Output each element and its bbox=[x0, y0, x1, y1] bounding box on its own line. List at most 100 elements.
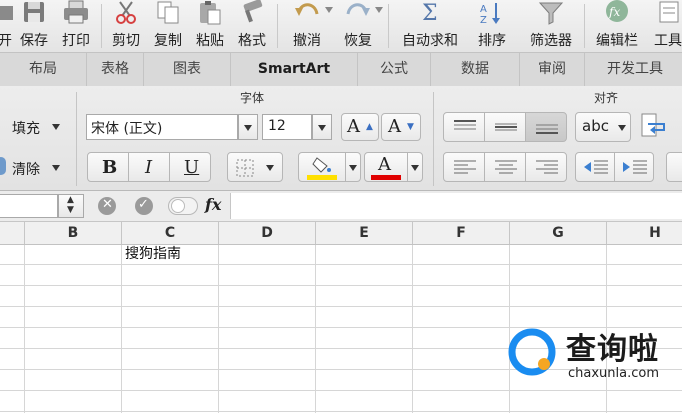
fill-color-dropdown[interactable] bbox=[345, 152, 361, 182]
filter-icon bbox=[538, 2, 564, 25]
redo-icon bbox=[346, 3, 370, 16]
borders-button[interactable] bbox=[227, 152, 283, 182]
undo-dropdown-arrow[interactable] bbox=[325, 7, 333, 13]
standard-toolbar: 开 保存 打印 剪切 复制 粘贴 格式 撤消 恢复 Σ 自动求和 A Z 排序 … bbox=[0, 0, 682, 52]
copy-button[interactable]: 复制 bbox=[150, 0, 186, 52]
formula-input[interactable] bbox=[230, 193, 682, 219]
undo-icon bbox=[295, 3, 319, 16]
fill-button[interactable]: 填充 bbox=[0, 114, 68, 140]
check-icon: ✓ bbox=[138, 197, 149, 212]
align-left-button[interactable] bbox=[443, 152, 485, 182]
tab-smartart[interactable]: SmartArt bbox=[231, 53, 358, 86]
watermark-logo-icon bbox=[508, 328, 556, 376]
font-color-bar bbox=[371, 175, 401, 180]
tab-layout[interactable]: 布局 bbox=[0, 53, 87, 86]
toolbox-icon bbox=[659, 1, 679, 23]
align-right-button[interactable] bbox=[525, 152, 567, 182]
autosum-button[interactable]: Σ 自动求和 bbox=[396, 0, 464, 52]
chevron-down-icon bbox=[618, 125, 626, 131]
column-headers: B C D E F G H bbox=[0, 222, 682, 245]
font-color-dropdown[interactable] bbox=[407, 152, 423, 182]
cut-button[interactable]: 剪切 bbox=[108, 0, 144, 52]
redo-dropdown-arrow[interactable] bbox=[375, 7, 383, 13]
formula-builder-toggle[interactable] bbox=[168, 197, 198, 215]
save-button[interactable]: 保存 bbox=[16, 0, 52, 52]
sort-icon: AZ bbox=[480, 3, 500, 26]
increase-indent-icon bbox=[623, 160, 647, 174]
column-header-c[interactable]: C bbox=[122, 222, 219, 244]
column-header-a[interactable] bbox=[0, 222, 25, 244]
align-top-icon bbox=[454, 120, 476, 130]
column-header-b[interactable]: B bbox=[25, 222, 122, 244]
formula-bar-toggle-button[interactable]: fx 编辑栏 bbox=[592, 0, 642, 52]
font-size-dropdown[interactable] bbox=[312, 114, 332, 140]
align-bottom-button[interactable] bbox=[525, 112, 567, 142]
toggle-knob bbox=[171, 199, 185, 213]
svg-text:Σ: Σ bbox=[422, 1, 438, 26]
tab-charts[interactable]: 图表 bbox=[144, 53, 231, 86]
name-box[interactable] bbox=[0, 194, 58, 218]
tab-review[interactable]: 审阅 bbox=[520, 53, 585, 86]
font-name-field[interactable]: 宋体 (正文) bbox=[86, 114, 238, 140]
tab-developer[interactable]: 开发工具 bbox=[585, 53, 682, 86]
down-arrow-icon: ▼ bbox=[407, 122, 414, 132]
fx-icon[interactable]: fx bbox=[205, 195, 221, 214]
fill-dropdown-arrow bbox=[52, 124, 60, 130]
column-header-f[interactable]: F bbox=[413, 222, 510, 244]
format-painter-button[interactable]: 格式 bbox=[234, 0, 270, 52]
underline-button[interactable]: U bbox=[169, 152, 211, 182]
filter-button[interactable]: 筛选器 bbox=[522, 0, 580, 52]
decrease-indent-button[interactable] bbox=[575, 152, 615, 182]
italic-button[interactable]: I bbox=[128, 152, 170, 182]
borders-icon bbox=[236, 159, 254, 177]
align-right-icon bbox=[536, 160, 558, 174]
formula-bar: ▲ ▼ ✕ ✓ fx bbox=[0, 191, 682, 222]
fill-color-button[interactable] bbox=[298, 152, 346, 182]
align-center-button[interactable] bbox=[484, 152, 526, 182]
wrap-text-icon[interactable] bbox=[640, 112, 670, 140]
print-button[interactable]: 打印 bbox=[58, 0, 94, 52]
font-color-button[interactable]: A bbox=[364, 152, 408, 182]
paste-button[interactable]: 粘贴 bbox=[192, 0, 228, 52]
open-button[interactable]: 开 bbox=[0, 0, 16, 52]
bold-button[interactable]: B bbox=[87, 152, 129, 182]
confirm-formula-button[interactable]: ✓ bbox=[135, 197, 153, 215]
toolbar-separator bbox=[101, 4, 102, 48]
wrap-text-button[interactable]: abc bbox=[575, 112, 631, 142]
font-name-dropdown[interactable] bbox=[238, 114, 258, 140]
toolbar-separator bbox=[584, 4, 585, 48]
fill-label: 填充 bbox=[12, 121, 40, 137]
align-bottom-icon bbox=[536, 124, 558, 134]
toolbox-button[interactable]: 工具 bbox=[648, 0, 682, 52]
highlight-color-bar bbox=[307, 175, 337, 180]
decrease-font-size-button[interactable]: A ▼ bbox=[381, 113, 421, 141]
merge-cells-button[interactable] bbox=[666, 152, 682, 182]
align-middle-button[interactable] bbox=[484, 112, 526, 142]
column-header-e[interactable]: E bbox=[316, 222, 413, 244]
font-size-field[interactable]: 12 bbox=[262, 114, 312, 140]
chevron-down-icon bbox=[244, 125, 252, 131]
tab-formulas[interactable]: 公式 bbox=[358, 53, 431, 86]
increase-indent-button[interactable] bbox=[614, 152, 654, 182]
redo-button[interactable]: 恢复 bbox=[336, 0, 380, 52]
clear-button[interactable]: 清除 bbox=[0, 155, 68, 181]
svg-text:Z: Z bbox=[480, 15, 487, 26]
cancel-formula-button[interactable]: ✕ bbox=[98, 197, 116, 215]
undo-button[interactable]: 撤消 bbox=[285, 0, 329, 52]
tab-tables[interactable]: 表格 bbox=[87, 53, 144, 86]
watermark-brand: 查询啦 bbox=[566, 332, 659, 367]
sort-button[interactable]: AZ 排序 bbox=[472, 0, 512, 52]
group-divider bbox=[76, 92, 77, 186]
name-box-stepper[interactable]: ▲ ▼ bbox=[58, 194, 84, 218]
clear-label: 清除 bbox=[12, 162, 40, 178]
chevron-down-icon: ▼ bbox=[67, 205, 74, 215]
column-header-d[interactable]: D bbox=[219, 222, 316, 244]
up-arrow-icon: ▲ bbox=[366, 122, 373, 132]
column-header-h[interactable]: H bbox=[607, 222, 682, 244]
cell-c1[interactable]: 搜狗指南 bbox=[125, 243, 181, 263]
align-top-button[interactable] bbox=[443, 112, 485, 142]
column-header-g[interactable]: G bbox=[510, 222, 607, 244]
increase-font-size-button[interactable]: A ▲ bbox=[341, 113, 379, 141]
group-divider bbox=[433, 92, 434, 186]
tab-data[interactable]: 数据 bbox=[431, 53, 520, 86]
